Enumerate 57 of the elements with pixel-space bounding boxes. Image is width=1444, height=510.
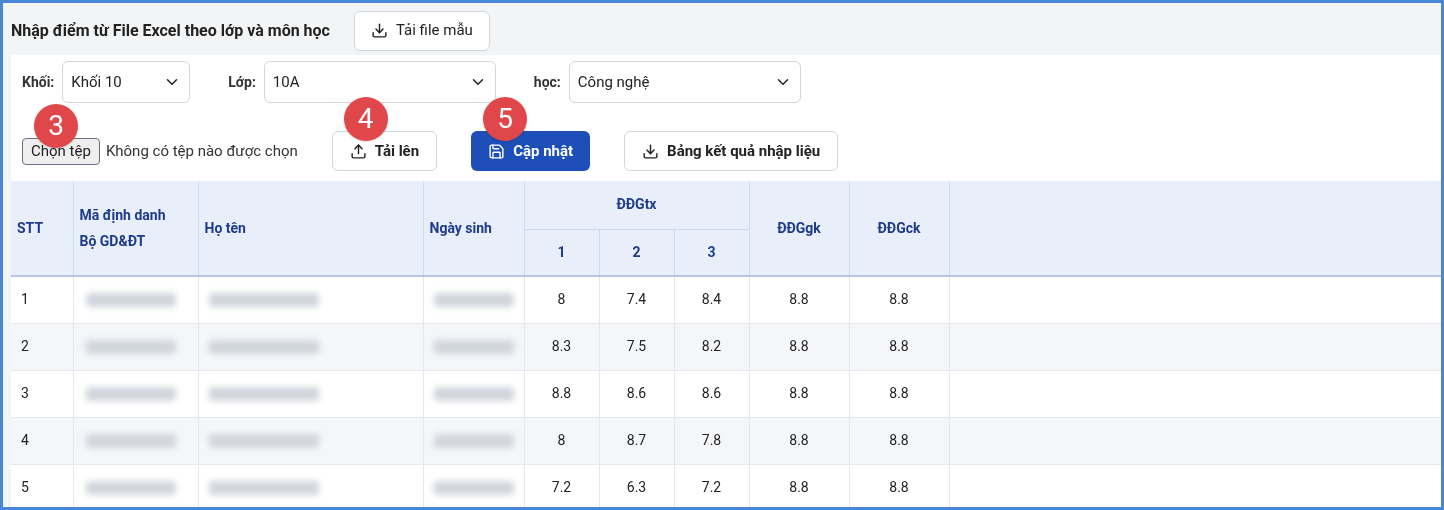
number-badge: 5 (483, 97, 528, 141)
column-header: ĐĐGck (877, 219, 921, 236)
table-cell: 8.8 (551, 385, 572, 401)
filter-label: học: (533, 72, 561, 92)
table-cell: 6.3 (626, 479, 647, 495)
number-badge: 4 (343, 97, 388, 141)
save-button[interactable]: Cập nhật (471, 131, 591, 171)
table-cell: 8.8 (789, 479, 809, 495)
table-cell: 8.8 (789, 291, 809, 308)
select-field[interactable]: Công nghệ (568, 61, 801, 103)
table-cell: 8.8 (789, 338, 809, 354)
download-button[interactable]: Bảng kết quả nhập liệu (624, 131, 839, 171)
page-title: Nhập điểm từ File Excel theo lớp và môn học (11, 19, 330, 42)
table-cell: 7.2 (701, 479, 722, 495)
upload-button[interactable]: Tải lên (331, 131, 438, 171)
column-header: ĐĐGtx (616, 196, 657, 213)
column-header: 1 (557, 243, 566, 260)
select-field[interactable]: Khối 10 (62, 61, 191, 103)
filter-label: Khối: (22, 72, 55, 92)
column-header: 2 (632, 243, 641, 260)
table-cell: 5 (21, 479, 29, 495)
table-cell: 8.8 (889, 432, 909, 448)
table-cell: 4 (21, 432, 29, 448)
save-icon (488, 142, 506, 160)
table-cell: 8.4 (701, 291, 722, 308)
table-cell: 8.8 (889, 385, 909, 401)
table-cell: 8.8 (789, 432, 809, 448)
table-cell: 8.8 (889, 338, 909, 354)
column-header: Họ tên (204, 219, 246, 238)
download-icon (370, 22, 388, 39)
filter-label: Lớp: (228, 72, 256, 92)
column-header: Mã định danh Bộ GD&ĐT (79, 206, 167, 251)
upload-icon (349, 142, 367, 160)
column-header: Ngày sinh (429, 219, 492, 238)
table-cell: 8.8 (889, 291, 909, 308)
table-cell: 8 (557, 432, 566, 448)
table-cell: 7.8 (701, 432, 722, 448)
file-status-text: Không có tệp nào được chọn (105, 140, 298, 162)
download-template-button[interactable]: Tải file mẫu (353, 10, 490, 51)
table-cell: 7.2 (551, 479, 572, 495)
table-cell: 2 (21, 338, 29, 354)
column-header: STT (17, 219, 44, 238)
column-header: 3 (707, 243, 716, 260)
table-cell: 8.8 (889, 479, 909, 495)
table-cell: 7.4 (626, 291, 647, 308)
table-cell: 1 (21, 291, 29, 308)
table-cell: 8.2 (701, 338, 722, 354)
table-cell: 8.7 (626, 432, 647, 448)
column-header: ĐĐGgk (777, 219, 821, 236)
table-cell: 8.3 (551, 338, 572, 354)
table-cell: 8.6 (626, 385, 647, 401)
download-icon (642, 142, 660, 160)
table-cell: 8.8 (789, 385, 809, 401)
table-cell: 7.5 (626, 338, 647, 354)
table-cell: 8.6 (701, 385, 722, 401)
table-cell: 3 (21, 385, 29, 401)
table-cell: 8 (557, 291, 566, 308)
